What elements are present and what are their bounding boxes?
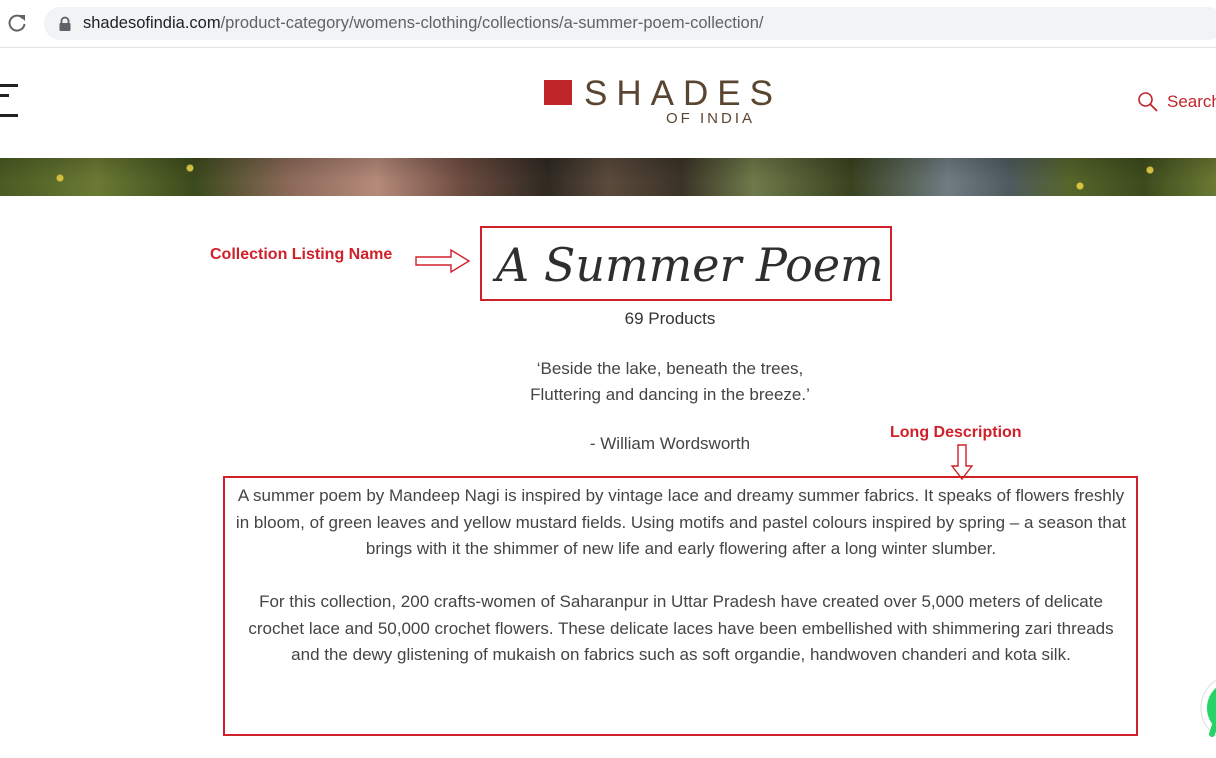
- banner-shade: [0, 158, 1216, 196]
- search-icon: [1138, 92, 1158, 112]
- address-bar[interactable]: shadesofindia.com/product-category/women…: [44, 7, 1216, 40]
- whatsapp-icon[interactable]: [1198, 672, 1216, 744]
- product-count: 69 Products: [624, 309, 716, 328]
- reload-icon[interactable]: [6, 12, 28, 34]
- quote-line: Fluttering and dancing in the breeze.’: [530, 385, 810, 404]
- arrow-right-icon: [415, 248, 471, 274]
- annotation-title-label: Collection Listing Name: [210, 246, 393, 263]
- url-text[interactable]: shadesofindia.com/product-category/women…: [83, 14, 763, 33]
- logo-sub-text: OF INDIA: [666, 110, 756, 127]
- description-paragraph: A summer poem by Mandeep Nagi is inspire…: [235, 486, 1127, 558]
- logo-mark: [544, 80, 572, 105]
- arrow-down-icon: [950, 444, 974, 480]
- collection-title: A Summer Poem: [496, 238, 884, 292]
- quote-line: ‘Beside the lake, beneath the trees,: [536, 359, 804, 378]
- logo-main-text: SHADES: [584, 74, 782, 113]
- quote-author: - William Wordsworth: [589, 434, 751, 453]
- collection-quote: ‘Beside the lake, beneath the trees, Flu…: [420, 356, 920, 408]
- search-label: Search: [1167, 92, 1216, 111]
- collection-description: A summer poem by Mandeep Nagi is inspire…: [232, 483, 1130, 669]
- description-paragraph: For this collection, 200 crafts-women of…: [248, 592, 1114, 664]
- url-host: shadesofindia.com: [83, 14, 221, 32]
- annotation-description-label: Long Description: [890, 424, 1022, 441]
- url-path: /product-category/womens-clothing/collec…: [220, 14, 764, 32]
- lock-icon[interactable]: [58, 16, 72, 32]
- collection-banner-image: [0, 158, 1216, 196]
- site-logo[interactable]: SHADES OF INDIA: [544, 74, 774, 132]
- menu-icon[interactable]: [0, 84, 18, 120]
- browser-toolbar: shadesofindia.com/product-category/women…: [0, 0, 1216, 48]
